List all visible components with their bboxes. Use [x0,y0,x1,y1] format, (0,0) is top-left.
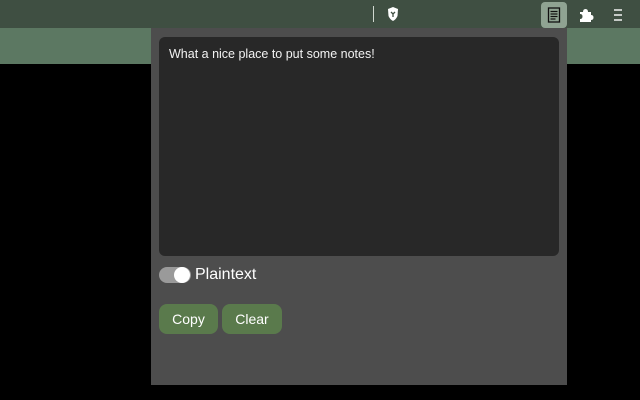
plaintext-toggle[interactable] [159,267,191,283]
plaintext-toggle-row: Plaintext [159,265,256,285]
clear-button[interactable]: Clear [222,304,282,334]
notes-popup: Plaintext Copy Clear [151,28,567,385]
toggle-knob [174,267,190,283]
puzzle-icon [580,9,594,22]
notes-textarea[interactable] [159,37,559,256]
notes-extension-button[interactable] [541,2,567,28]
brave-shield-icon [388,7,398,21]
extensions-button[interactable] [573,2,599,28]
notes-icon [547,7,561,23]
hamburger-menu-icon [614,9,622,21]
browser-toolbar [0,0,640,28]
browser-menu-button[interactable] [606,2,630,28]
address-bar-divider [373,6,374,22]
plaintext-label: Plaintext [195,266,257,283]
brave-shield-button[interactable] [380,2,406,26]
copy-button[interactable]: Copy [159,304,218,334]
